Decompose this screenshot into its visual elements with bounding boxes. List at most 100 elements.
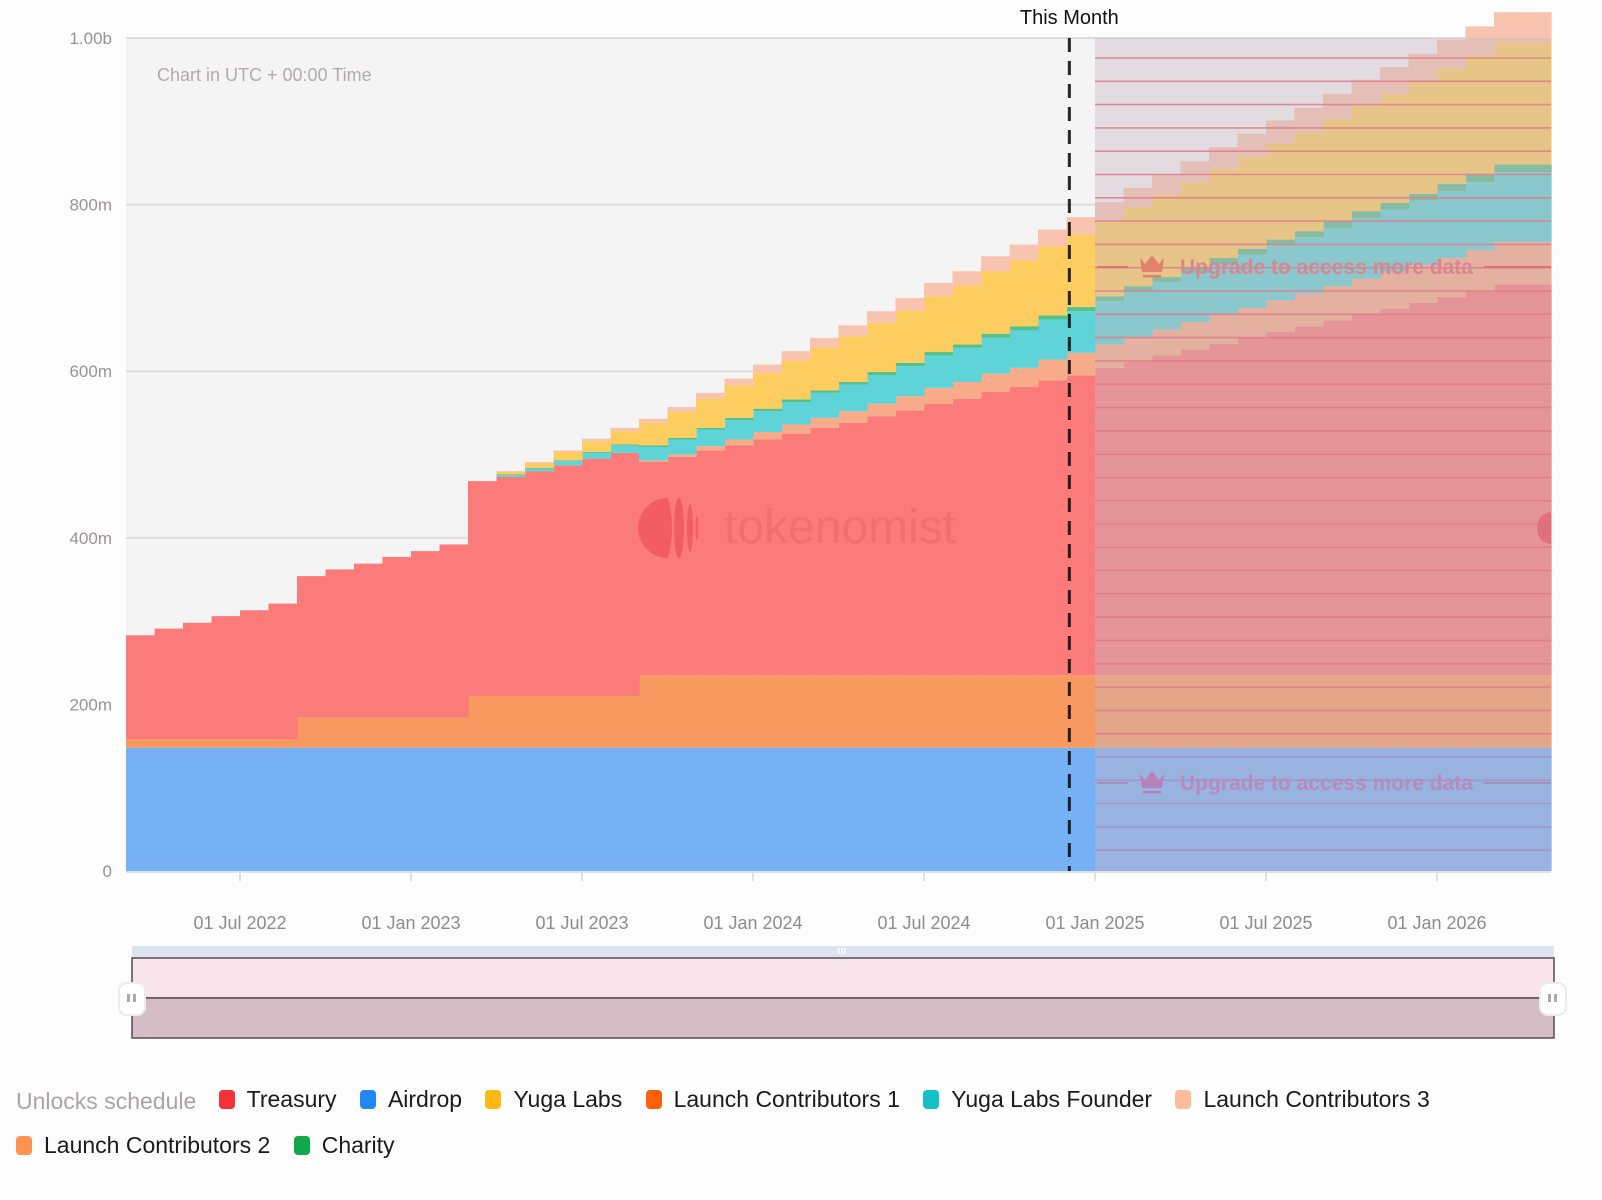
- upgrade-link-top[interactable]: Upgrade to access more data: [1180, 256, 1473, 279]
- area-segment-launch-contributors-1: [553, 450, 583, 453]
- area-segment-yuga-labs-founder: [696, 429, 726, 447]
- area-segment-launch-contributors-1: [724, 378, 754, 386]
- slider-window-top[interactable]: [131, 957, 1555, 999]
- area-segment-charity: [496, 474, 526, 476]
- legend-swatch: [1175, 1089, 1192, 1109]
- area-segment-launch-contributors-3: [1066, 352, 1096, 376]
- area-segment-airdrop: [639, 747, 669, 871]
- area-segment-airdrop: [154, 747, 184, 871]
- area-segment-treasury: [183, 622, 213, 740]
- legend-item-charity[interactable]: Charity: [293, 1122, 395, 1168]
- area-segment-treasury: [382, 556, 412, 718]
- area-segment-launch-contributors-1: [1009, 244, 1039, 261]
- area-segment-charity: [525, 467, 555, 469]
- area-segment-airdrop: [382, 747, 412, 871]
- area-segment-treasury: [610, 452, 640, 697]
- area-segment-yuga-labs-founder: [838, 384, 868, 412]
- area-segment-treasury: [496, 476, 526, 697]
- upgrade-link-bottom[interactable]: Upgrade to access more data: [1180, 772, 1473, 795]
- area-segment-airdrop: [867, 747, 897, 871]
- area-segment-launch-contributors-2: [468, 696, 498, 748]
- area-segment-airdrop: [525, 747, 555, 871]
- area-segment-airdrop: [126, 747, 156, 871]
- area-segment-launch-contributors-2: [981, 675, 1011, 748]
- area-segment-yuga-labs-founder: [867, 375, 897, 404]
- legend-label: Launch Contributors 1: [673, 1086, 900, 1112]
- area-segment-yuga-labs: [639, 422, 669, 446]
- area-segment-charity: [639, 445, 669, 448]
- area-segment-launch-contributors-1: [610, 427, 640, 432]
- area-segment-airdrop: [496, 747, 526, 871]
- area-segment-launch-contributors-1: [981, 256, 1011, 272]
- area-segment-launch-contributors-1: [1038, 229, 1068, 247]
- area-segment-yuga-labs-founder: [1066, 311, 1096, 353]
- area-segment-launch-contributors-3: [1009, 367, 1039, 388]
- area-segment-yuga-labs-founder: [724, 420, 754, 440]
- area-segment-treasury: [1009, 387, 1039, 676]
- y-tick-label: 600m: [69, 362, 112, 381]
- area-segment-charity: [838, 382, 868, 385]
- area-segment-yuga-labs-founder: [781, 402, 811, 425]
- area-segment-airdrop: [838, 747, 868, 871]
- area-segment-yuga-labs: [753, 372, 783, 409]
- area-segment-charity: [781, 399, 811, 403]
- area-segment-airdrop: [610, 747, 640, 871]
- area-segment-airdrop: [183, 747, 213, 871]
- legend-label: Launch Contributors 3: [1203, 1086, 1430, 1112]
- area-segment-launch-contributors-3: [952, 382, 982, 399]
- area-segment-yuga-labs: [724, 385, 754, 418]
- area-segment-treasury: [211, 616, 241, 740]
- legend-label: Yuga Labs Founder: [951, 1086, 1153, 1112]
- area-segment-yuga-labs-founder: [924, 355, 954, 388]
- timezone-note: Chart in UTC + 00:00 Time: [157, 65, 372, 85]
- area-segment-yuga-labs-founder: [952, 347, 982, 383]
- legend-label: Airdrop: [387, 1086, 463, 1112]
- area-segment-treasury: [1066, 375, 1096, 676]
- area-segment-airdrop: [924, 747, 954, 871]
- area-segment-charity: [582, 452, 612, 453]
- slider-window-bottom[interactable]: [131, 997, 1555, 1039]
- area-segment-treasury: [525, 471, 555, 697]
- area-segment-yuga-labs-founder: [496, 475, 526, 477]
- legend-item-airdrop[interactable]: Airdrop: [359, 1076, 463, 1122]
- slider-grip-icon[interactable]: [838, 948, 846, 954]
- area-segment-yuga-labs-founder: [525, 468, 555, 472]
- legend-item-yuga-labs[interactable]: Yuga Labs: [485, 1076, 622, 1122]
- area-segment-charity: [553, 460, 583, 462]
- legend-item-treasury[interactable]: Treasury: [218, 1076, 337, 1122]
- area-segment-launch-contributors-2: [411, 717, 441, 748]
- area-segment-treasury: [240, 610, 270, 740]
- area-segment-airdrop: [268, 747, 298, 871]
- legend-swatch: [218, 1089, 235, 1109]
- legend-item-launch-contributors-2[interactable]: Launch Contributors 2: [16, 1122, 270, 1168]
- area-segment-yuga-labs-founder: [810, 392, 840, 418]
- area-segment-treasury: [126, 635, 156, 740]
- area-segment-airdrop: [895, 747, 925, 871]
- x-tick-label: 01 Jan 2024: [703, 913, 802, 933]
- area-segment-airdrop: [981, 747, 1011, 871]
- area-segment-charity: [952, 344, 982, 348]
- slider-handle-right[interactable]: [1539, 982, 1567, 1016]
- area-segment-launch-contributors-2: [895, 675, 925, 748]
- legend-item-yuga-labs-founder[interactable]: Yuga Labs Founder: [923, 1076, 1152, 1122]
- area-segment-launch-contributors-1: [1066, 217, 1096, 235]
- legend-item-launch-contributors-3[interactable]: Launch Contributors 3: [1175, 1076, 1430, 1122]
- slider-track[interactable]: [132, 946, 1554, 958]
- legend-item-launch-contributors-1[interactable]: Launch Contributors 1: [645, 1076, 900, 1122]
- slider-handle-left[interactable]: [118, 982, 146, 1016]
- area-segment-yuga-labs: [981, 271, 1011, 334]
- range-slider[interactable]: [118, 946, 1567, 1039]
- area-segment-airdrop: [724, 747, 754, 871]
- area-segment-launch-contributors-2: [753, 675, 783, 748]
- area-segment-yuga-labs: [496, 471, 526, 475]
- area-segment-yuga-labs-founder: [610, 445, 640, 453]
- area-segment-charity: [610, 444, 640, 446]
- area-segment-treasury: [781, 433, 811, 676]
- area-segment-launch-contributors-1: [952, 271, 982, 286]
- area-segment-treasury: [268, 603, 298, 740]
- area-segment-launch-contributors-2: [696, 675, 726, 748]
- area-segment-launch-contributors-3: [667, 454, 697, 457]
- area-segment-yuga-labs: [582, 441, 612, 453]
- watermark-text: tokenomist: [724, 501, 956, 554]
- area-segment-launch-contributors-3: [924, 387, 954, 404]
